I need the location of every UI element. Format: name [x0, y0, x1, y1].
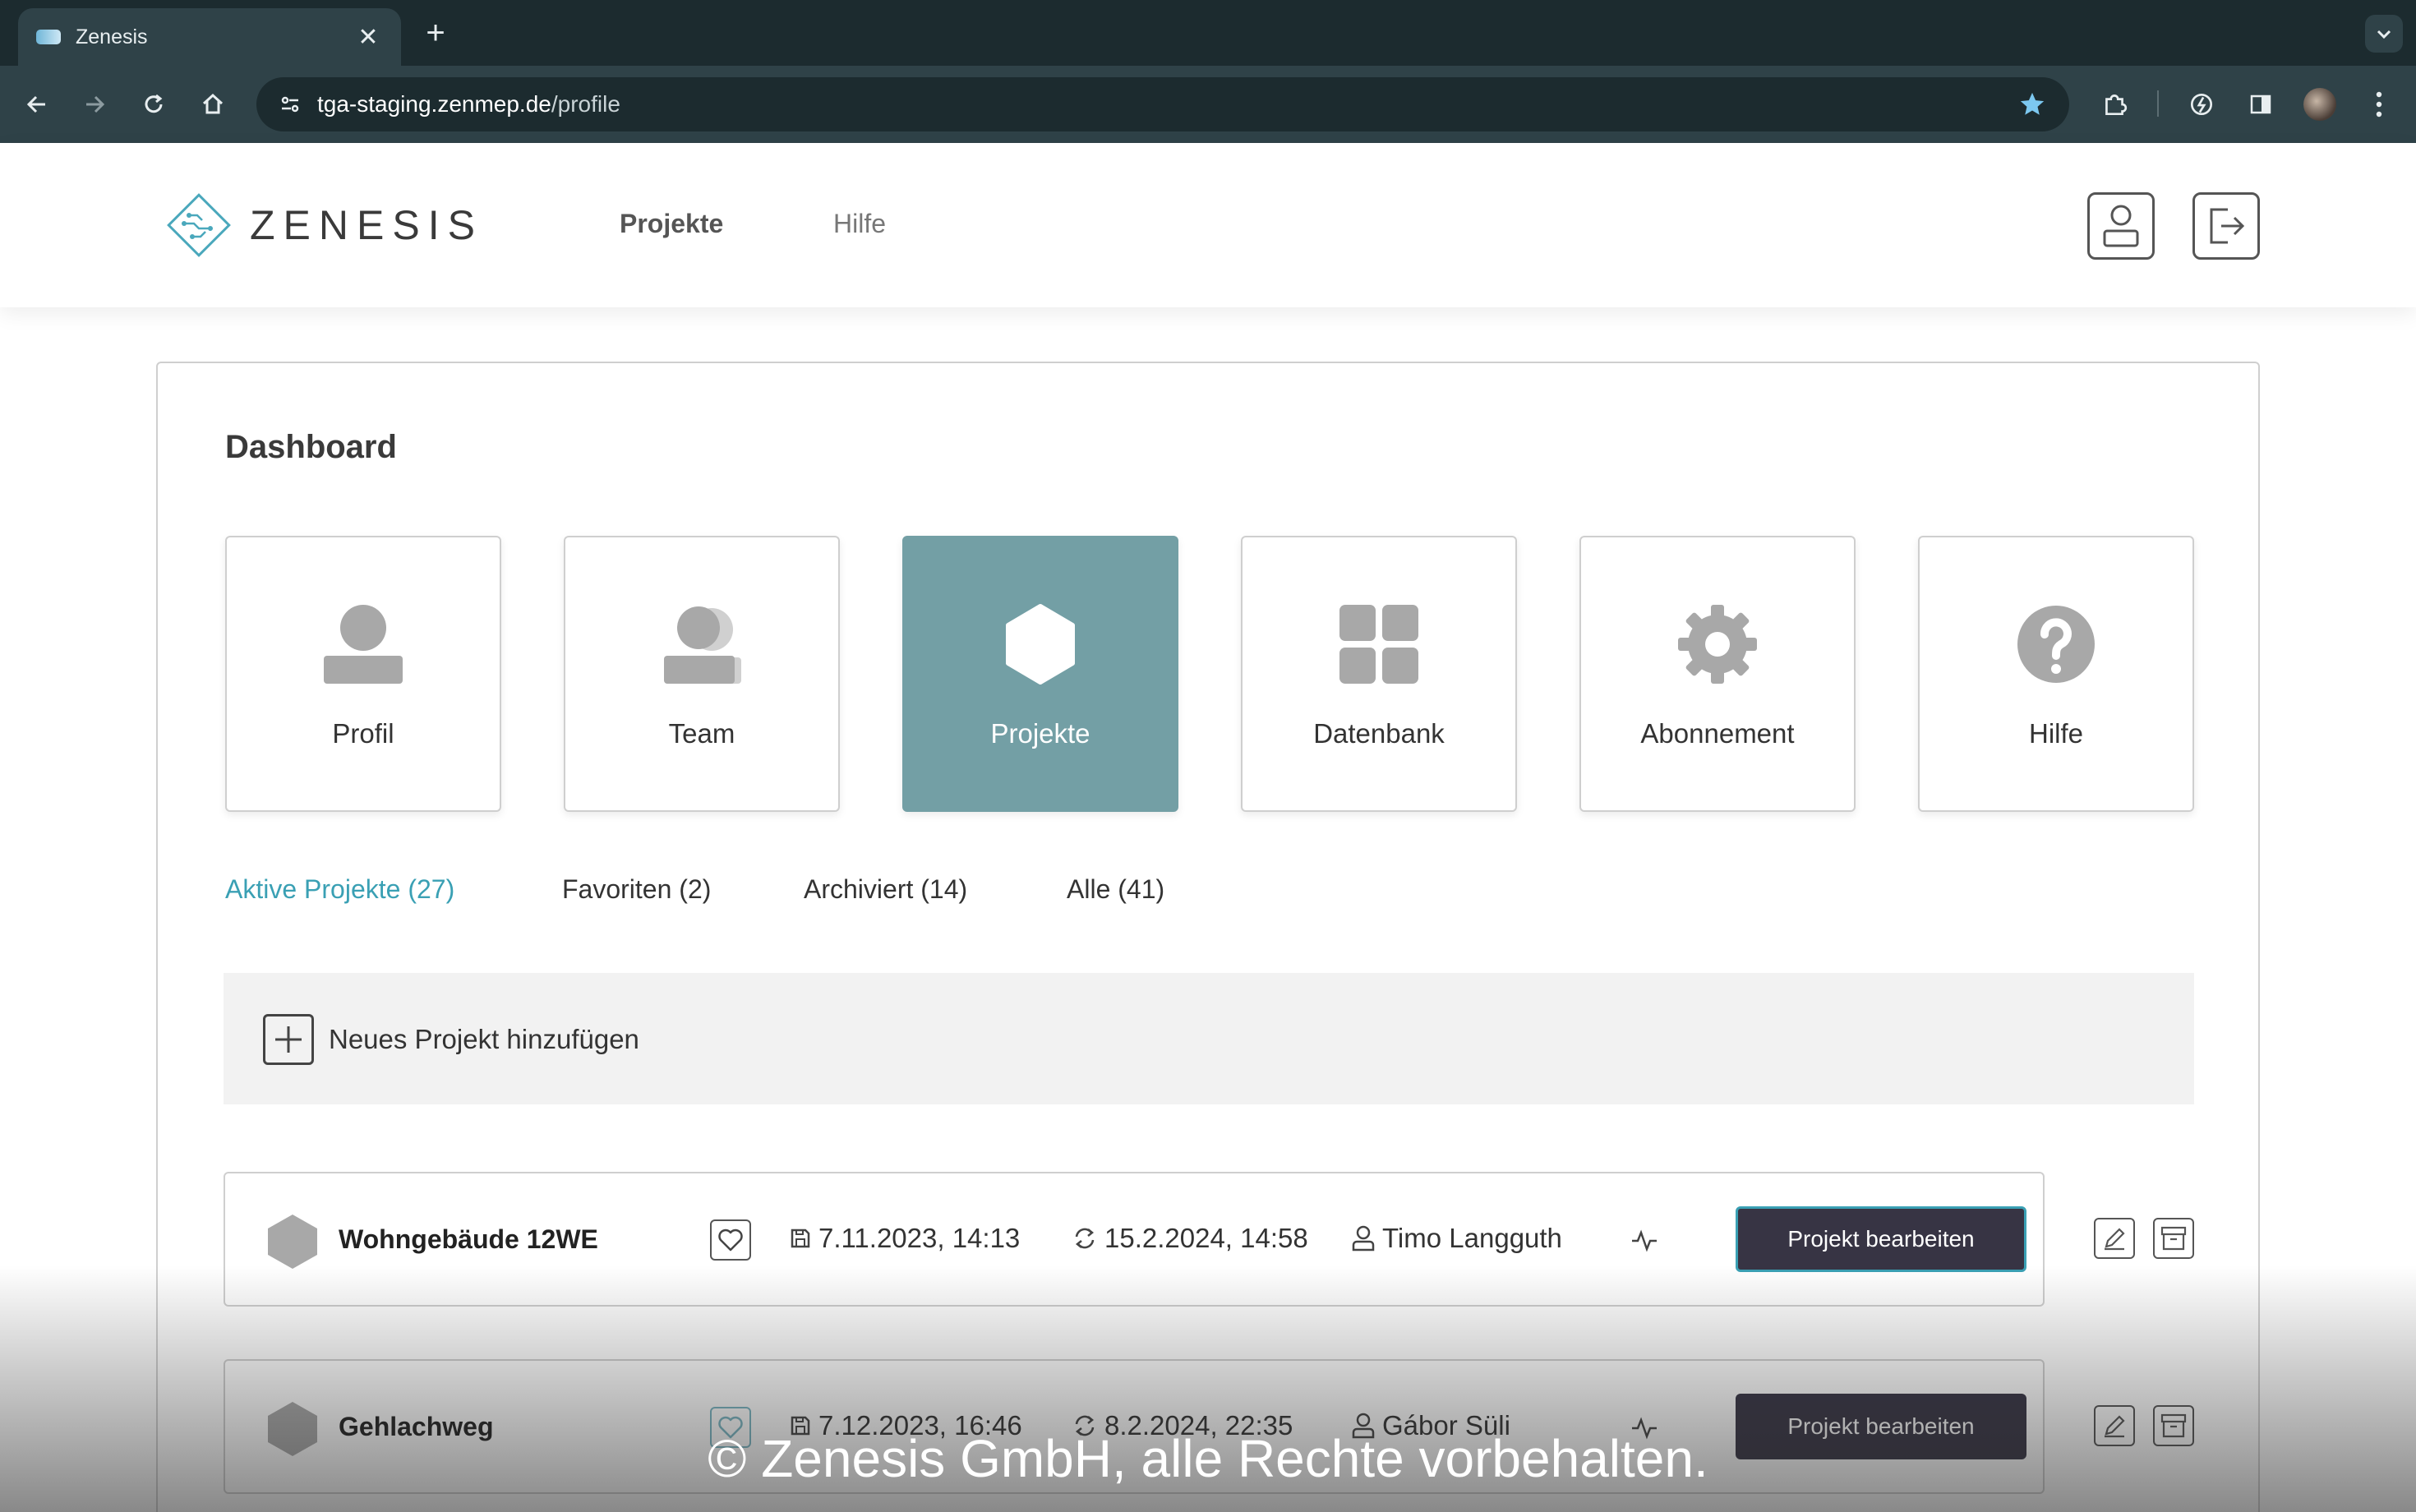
- sync-icon: [1075, 1228, 1095, 1249]
- profile-button[interactable]: [2087, 192, 2155, 260]
- extensions-button[interactable]: [2092, 82, 2137, 127]
- team-icon: [664, 606, 741, 684]
- tile-projekte[interactable]: Projekte: [902, 536, 1178, 812]
- site-favicon-icon: [36, 30, 61, 44]
- project-synced-date: 15.2.2024, 14:58: [1104, 1223, 1308, 1253]
- browser-toolbar: tga-staging.zenmep.de/profile: [0, 66, 2416, 143]
- speedometer-icon: [2190, 93, 2213, 116]
- add-project-label: Neues Projekt hinzufügen: [329, 1024, 639, 1054]
- back-button[interactable]: [15, 82, 59, 127]
- arrow-left-icon: [26, 95, 45, 113]
- project-user-name: Timo Langguth: [1382, 1223, 1562, 1253]
- performance-button[interactable]: [2179, 82, 2224, 127]
- side-panel-icon: [2250, 94, 2271, 114]
- browser-tab-strip: Zenesis ✕ +: [0, 0, 2416, 66]
- logo-mark-icon: [167, 193, 231, 257]
- project-name: Wohngebäude 12WE: [339, 1224, 598, 1254]
- tab-close-icon[interactable]: ✕: [353, 23, 383, 52]
- tile-hilfe[interactable]: Hilfe: [1918, 536, 2194, 812]
- filter-favoriten[interactable]: Favoriten (2): [562, 874, 711, 905]
- profile-avatar-button[interactable]: [2298, 82, 2342, 127]
- browser-tab[interactable]: Zenesis ✕: [18, 8, 401, 66]
- toolbar-separator: [2157, 90, 2159, 117]
- nav-hilfe[interactable]: Hilfe: [833, 209, 886, 239]
- puzzle-icon: [2105, 94, 2128, 116]
- nav-projekte[interactable]: Projekte: [620, 209, 723, 239]
- tile-label: Hilfe: [2028, 718, 2084, 749]
- logout-icon: [2210, 208, 2245, 244]
- site-settings-icon[interactable]: [271, 85, 309, 123]
- favorite-heart-icon[interactable]: [710, 1219, 751, 1261]
- tab-title: Zenesis: [76, 25, 148, 48]
- tile-label: Datenbank: [1313, 718, 1445, 749]
- bookmark-star-icon[interactable]: [2013, 85, 2051, 123]
- url-host: tga-staging.zenmep.de: [317, 91, 551, 117]
- project-synced: 15.2.2024, 14:58: [1072, 1223, 1308, 1254]
- rename-pencil-icon[interactable]: [2094, 1218, 2135, 1259]
- zenesis-logo[interactable]: ZENESIS: [164, 191, 483, 260]
- url-path: /profile: [551, 91, 620, 117]
- user-icon: [2103, 205, 2139, 247]
- person-icon: [324, 605, 403, 684]
- reload-button[interactable]: [131, 82, 176, 127]
- save-icon: [791, 1228, 810, 1248]
- site-header: ZENESIS Projekte Hilfe: [0, 143, 2416, 307]
- edit-project-button[interactable]: Projekt bearbeiten: [1736, 1206, 2026, 1272]
- tile-datenbank[interactable]: Datenbank: [1241, 536, 1517, 812]
- new-tab-button[interactable]: +: [417, 15, 454, 51]
- browser-menu-button[interactable]: [2357, 82, 2401, 127]
- tile-label: Profil: [332, 718, 394, 749]
- home-icon: [202, 93, 224, 114]
- archive-box-icon[interactable]: [2153, 1218, 2194, 1259]
- plus-icon[interactable]: [263, 1014, 314, 1065]
- project-hexagon-icon: [268, 1215, 317, 1269]
- home-button[interactable]: [191, 82, 235, 127]
- tile-label: Projekte: [990, 718, 1090, 749]
- project-user: Timo Langguth: [1351, 1223, 1562, 1254]
- side-panel-button[interactable]: [2238, 82, 2283, 127]
- user-icon: [1352, 1225, 1375, 1252]
- url-text: tga-staging.zenmep.de/profile: [317, 91, 620, 118]
- copyright-note: © Zenesis GmbH, alle Rechte vorbehalten.: [708, 1429, 1708, 1488]
- activity-icon[interactable]: [1630, 1226, 1658, 1254]
- tile-team[interactable]: Team: [564, 536, 840, 812]
- project-saved-date: 7.11.2023, 14:13: [818, 1223, 1021, 1253]
- arrow-right-icon: [86, 95, 105, 113]
- reload-icon: [145, 94, 163, 113]
- logo-text: ZENESIS: [250, 202, 483, 248]
- page-title: Dashboard: [225, 429, 397, 465]
- dashboard-panel: Dashboard Profil Team Projekte Datenbank…: [156, 362, 2260, 1512]
- hexagon-icon: [1006, 604, 1075, 685]
- grid-icon: [1339, 605, 1418, 684]
- filter-archiviert[interactable]: Archiviert (14): [804, 874, 967, 905]
- question-icon: [2017, 606, 2095, 683]
- project-row[interactable]: Wohngebäude 12WE 7.11.2023, 14:13 15.2.2…: [224, 1172, 2045, 1307]
- avatar: [2303, 88, 2336, 121]
- gear-icon: [1678, 605, 1757, 684]
- logout-button[interactable]: [2192, 192, 2260, 260]
- tile-profil[interactable]: Profil: [225, 536, 501, 812]
- address-bar[interactable]: tga-staging.zenmep.de/profile: [256, 77, 2069, 131]
- project-saved: 7.11.2023, 14:13: [789, 1223, 1020, 1254]
- tile-label: Team: [668, 718, 735, 749]
- tile-label: Abonnement: [1640, 718, 1795, 749]
- filter-aktive-projekte[interactable]: Aktive Projekte (27): [225, 874, 454, 905]
- kebab-menu-icon: [2376, 91, 2382, 118]
- add-project-bar[interactable]: Neues Projekt hinzufügen: [224, 973, 2194, 1104]
- chevron-down-icon: [2377, 30, 2391, 39]
- forward-button[interactable]: [72, 82, 117, 127]
- tab-search-button[interactable]: [2365, 15, 2403, 53]
- tile-abonnement[interactable]: Abonnement: [1579, 536, 1856, 812]
- filter-alle[interactable]: Alle (41): [1067, 874, 1164, 905]
